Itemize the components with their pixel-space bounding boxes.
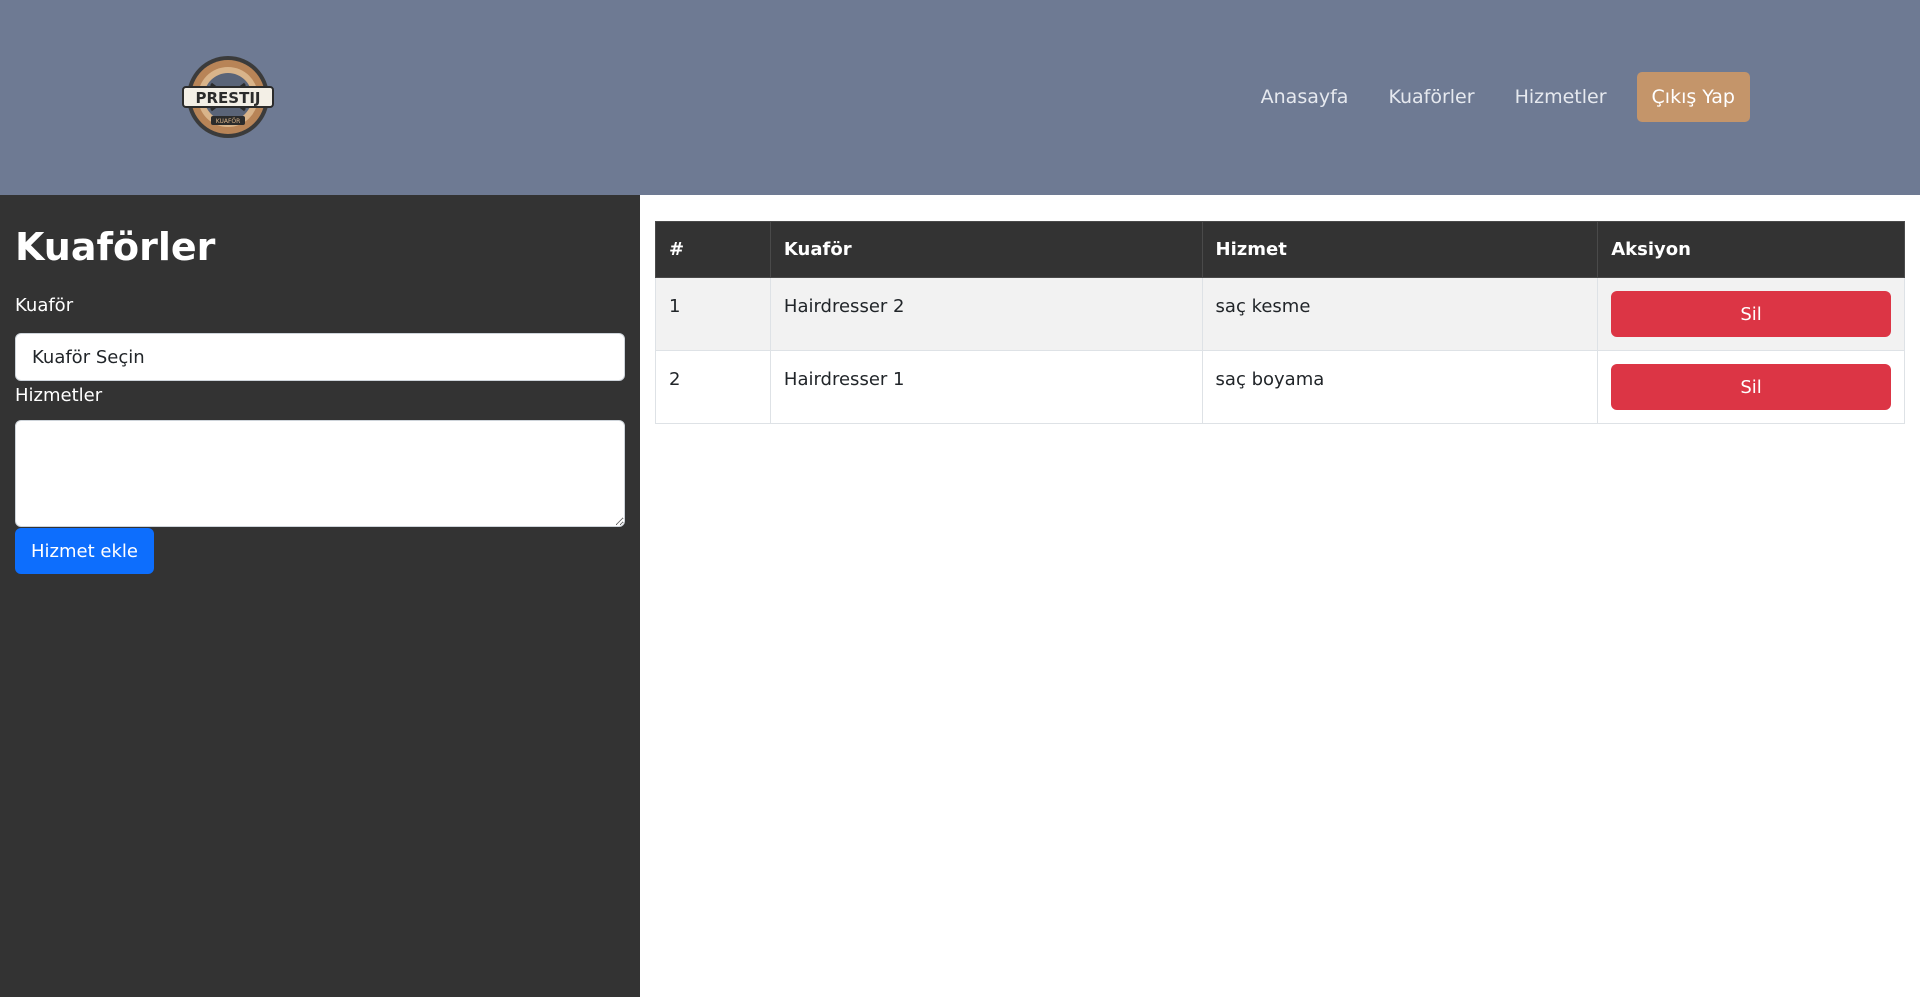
sidebar-form-panel: Kuaförler Kuaför Kuaför Seçin Hizmetler … [0, 195, 640, 997]
table-row: 2 Hairdresser 1 saç boyama Sil [655, 350, 1905, 424]
row-hairdresser: Hairdresser 1 [769, 350, 1203, 424]
row-action-cell: Sil [1597, 277, 1905, 351]
nav-link-hairdressers[interactable]: Kuaförler [1388, 86, 1474, 108]
nav-link-services[interactable]: Hizmetler [1515, 86, 1607, 108]
nav-link-home[interactable]: Anasayfa [1261, 86, 1349, 108]
site-header: PRESTIJ KUAFÖR Anasayfa Kuaförler Hizmet… [0, 0, 1920, 195]
column-header-action: Aksiyon [1597, 221, 1905, 278]
hairdresser-label: Kuaför [15, 295, 74, 316]
row-service: saç kesme [1201, 277, 1599, 351]
column-header-service: Hizmet [1201, 221, 1599, 278]
column-header-hairdresser: Kuaför [769, 221, 1203, 278]
services-label: Hizmetler [15, 385, 103, 406]
delete-button[interactable]: Sil [1611, 364, 1891, 410]
services-table: # Kuaför Hizmet Aksiyon 1 Hairdresser 2 … [655, 221, 1905, 424]
main-content: # Kuaför Hizmet Aksiyon 1 Hairdresser 2 … [640, 195, 1920, 997]
services-textarea[interactable] [15, 420, 625, 527]
page-title: Kuaförler [15, 225, 216, 269]
row-index: 1 [655, 277, 771, 351]
main-nav: Anasayfa Kuaförler Hizmetler Çıkış Yap [1221, 72, 1750, 122]
logo-text: PRESTIJ [196, 89, 261, 107]
delete-button[interactable]: Sil [1611, 291, 1891, 337]
row-service: saç boyama [1201, 350, 1599, 424]
row-index: 2 [655, 350, 771, 424]
column-header-index: # [655, 221, 771, 278]
table-row: 1 Hairdresser 2 saç kesme Sil [655, 277, 1905, 351]
table-header-row: # Kuaför Hizmet Aksiyon [655, 221, 1905, 278]
hairdresser-select-value: Kuaför Seçin [32, 346, 145, 368]
prestij-logo[interactable]: PRESTIJ KUAFÖR [179, 54, 277, 140]
logout-button[interactable]: Çıkış Yap [1636, 72, 1750, 122]
row-hairdresser: Hairdresser 2 [769, 277, 1203, 351]
add-service-button[interactable]: Hizmet ekle [15, 528, 154, 574]
hairdresser-select[interactable]: Kuaför Seçin [15, 333, 625, 381]
row-action-cell: Sil [1597, 350, 1905, 424]
logo-subtext: KUAFÖR [216, 118, 241, 125]
